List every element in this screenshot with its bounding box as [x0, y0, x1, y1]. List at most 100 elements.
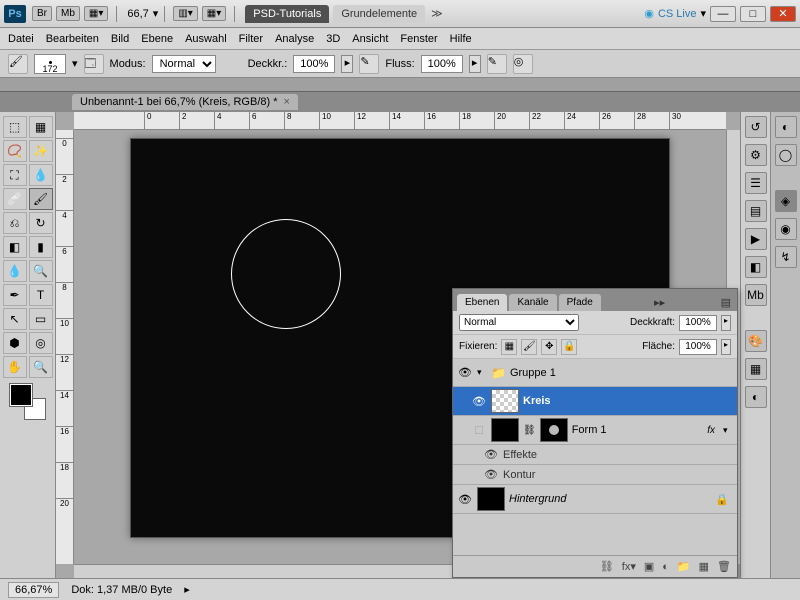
- eye-icon[interactable]: ☐: [471, 424, 487, 437]
- dodge-tool[interactable]: 🔍: [29, 260, 53, 282]
- zoom-dropdown[interactable]: ▾: [153, 7, 159, 20]
- actions-icon[interactable]: ⚙: [745, 144, 767, 166]
- eyedropper-tool[interactable]: 💧: [29, 164, 53, 186]
- screen-mode-chip[interactable]: ▦▾: [84, 6, 108, 21]
- hand-tool[interactable]: ✋: [3, 356, 27, 378]
- layer-thumb[interactable]: [477, 487, 505, 511]
- tab-kanaele[interactable]: Kanäle: [509, 294, 556, 311]
- ruler-vertical[interactable]: 02 46 810 1214 1618 20: [56, 130, 74, 564]
- arrange-chip[interactable]: ▥▾: [173, 6, 197, 21]
- layer-thumb[interactable]: [491, 418, 519, 442]
- styles-icon[interactable]: ◐: [745, 386, 767, 408]
- adjustments-icon[interactable]: ◐: [775, 116, 797, 138]
- color-icon[interactable]: 🎨: [745, 330, 767, 352]
- layer-row-form1[interactable]: ☐ ⛓ Form 1 fx ▾: [453, 416, 737, 445]
- opacity-arrow[interactable]: ▸: [341, 55, 353, 73]
- layer-row-bg[interactable]: 👁 Hintergrund 🔒: [453, 485, 737, 514]
- pressure-opacity-icon[interactable]: ✎: [359, 54, 379, 74]
- menu-datei[interactable]: Datei: [8, 33, 34, 45]
- bridge-chip[interactable]: Br: [32, 6, 52, 21]
- document-tab[interactable]: Unbenannt-1 bei 66,7% (Kreis, RGB/8) * ×: [72, 94, 298, 110]
- menu-ebene[interactable]: Ebene: [141, 33, 173, 45]
- status-doc[interactable]: Dok: 1,37 MB/0 Byte: [71, 584, 172, 596]
- group-icon[interactable]: 📁: [677, 560, 691, 573]
- play-icon[interactable]: ▶: [745, 228, 767, 250]
- adjustment-icon[interactable]: ◐: [662, 561, 669, 573]
- shape-tool[interactable]: ▭: [29, 308, 53, 330]
- mask-thumb[interactable]: [540, 418, 568, 442]
- zoom-tool[interactable]: 🔍: [29, 356, 53, 378]
- flow-value[interactable]: 100%: [421, 55, 463, 73]
- heal-tool[interactable]: 🩹: [3, 188, 27, 210]
- blend-mode-select[interactable]: Normal: [152, 55, 216, 73]
- history-brush-tool[interactable]: ↻: [29, 212, 53, 234]
- eye-icon[interactable]: 👁: [457, 493, 473, 506]
- swatches-icon[interactable]: ▦: [745, 358, 767, 380]
- menu-auswahl[interactable]: Auswahl: [185, 33, 227, 45]
- fill-arrow[interactable]: ▸: [721, 339, 731, 355]
- collapse-strip[interactable]: [0, 78, 800, 92]
- type-tool[interactable]: T: [29, 284, 53, 306]
- brush-preview[interactable]: 172: [34, 54, 66, 74]
- doc-close-icon[interactable]: ×: [284, 96, 290, 108]
- minimize-button[interactable]: —: [710, 6, 736, 22]
- tool-preset-icon[interactable]: 🖌: [8, 54, 28, 74]
- zoom-value[interactable]: 66,7: [127, 8, 148, 20]
- workspace-more[interactable]: ≫: [431, 7, 443, 20]
- airbrush-icon[interactable]: ✎: [487, 54, 507, 74]
- fx-badge[interactable]: fx: [707, 425, 715, 436]
- layer-thumb[interactable]: [491, 389, 519, 413]
- color-swatch[interactable]: [10, 384, 46, 420]
- mb-icon[interactable]: Mb: [745, 284, 767, 306]
- eye-icon[interactable]: 👁: [457, 366, 473, 379]
- new-layer-icon[interactable]: ▦: [699, 560, 709, 573]
- lasso-tool[interactable]: 📿: [3, 140, 27, 162]
- workspace-tutorials[interactable]: PSD-Tutorials: [245, 5, 329, 23]
- menu-ansicht[interactable]: Ansicht: [352, 33, 388, 45]
- fx-twisty[interactable]: ▾: [723, 425, 733, 436]
- ruler-horizontal[interactable]: 02 46 810 1214 1618 2022 2426 2830: [74, 112, 726, 130]
- pressure-size-icon[interactable]: ◎: [513, 54, 533, 74]
- lock-position-icon[interactable]: ✥: [541, 339, 557, 355]
- blur-tool[interactable]: 💧: [3, 260, 27, 282]
- stamp-tool[interactable]: ⎌: [3, 212, 27, 234]
- tab-ebenen[interactable]: Ebenen: [457, 294, 507, 311]
- menu-fenster[interactable]: Fenster: [400, 33, 437, 45]
- fg-color[interactable]: [10, 384, 32, 406]
- link-layers-icon[interactable]: ⛓: [600, 560, 614, 573]
- lock-pixels-icon[interactable]: ▦: [501, 339, 517, 355]
- path-select-tool[interactable]: ↖: [3, 308, 27, 330]
- 3d-camera-tool[interactable]: ◎: [29, 332, 53, 354]
- crop-tool[interactable]: ⛶: [3, 164, 27, 186]
- masks-icon[interactable]: ◯: [775, 144, 797, 166]
- menu-bearbeiten[interactable]: Bearbeiten: [46, 33, 99, 45]
- cslive-icon[interactable]: ◉: [644, 7, 654, 20]
- gradient-tool[interactable]: ▮: [29, 236, 53, 258]
- marquee-tool[interactable]: ▦: [29, 116, 53, 138]
- wand-tool[interactable]: ✨: [29, 140, 53, 162]
- opacity-value[interactable]: 100%: [293, 55, 335, 73]
- status-zoom[interactable]: 66,67%: [8, 582, 59, 598]
- menu-3d[interactable]: 3D: [326, 33, 340, 45]
- eye-icon[interactable]: 👁: [471, 395, 487, 408]
- layer-opacity-arrow[interactable]: ▸: [721, 315, 731, 331]
- history-icon[interactable]: ↺: [745, 116, 767, 138]
- flow-arrow[interactable]: ▸: [469, 55, 481, 73]
- eye-icon[interactable]: 👁: [483, 468, 499, 481]
- fx-icon[interactable]: fx▾: [622, 560, 636, 573]
- pen-tool[interactable]: ✒: [3, 284, 27, 306]
- panel-menu-icon[interactable]: ▤: [719, 294, 733, 311]
- lock-paint-icon[interactable]: 🖌: [521, 339, 537, 355]
- menu-hilfe[interactable]: Hilfe: [450, 33, 472, 45]
- mask-icon[interactable]: ▣: [644, 560, 654, 573]
- layer-kontur-row[interactable]: 👁 Kontur: [453, 465, 737, 485]
- tab-pfade[interactable]: Pfade: [559, 294, 601, 311]
- channels-icon[interactable]: ◉: [775, 218, 797, 240]
- brushes-icon[interactable]: ▤: [745, 200, 767, 222]
- layer-row-group[interactable]: 👁 ▾ 📁 Gruppe 1: [453, 359, 737, 387]
- fill-value[interactable]: 100%: [679, 339, 717, 355]
- menu-filter[interactable]: Filter: [239, 33, 263, 45]
- layers-dock-icon[interactable]: ◈: [775, 190, 797, 212]
- layer-effects-row[interactable]: 👁 Effekte: [453, 445, 737, 465]
- close-button[interactable]: ✕: [770, 6, 796, 22]
